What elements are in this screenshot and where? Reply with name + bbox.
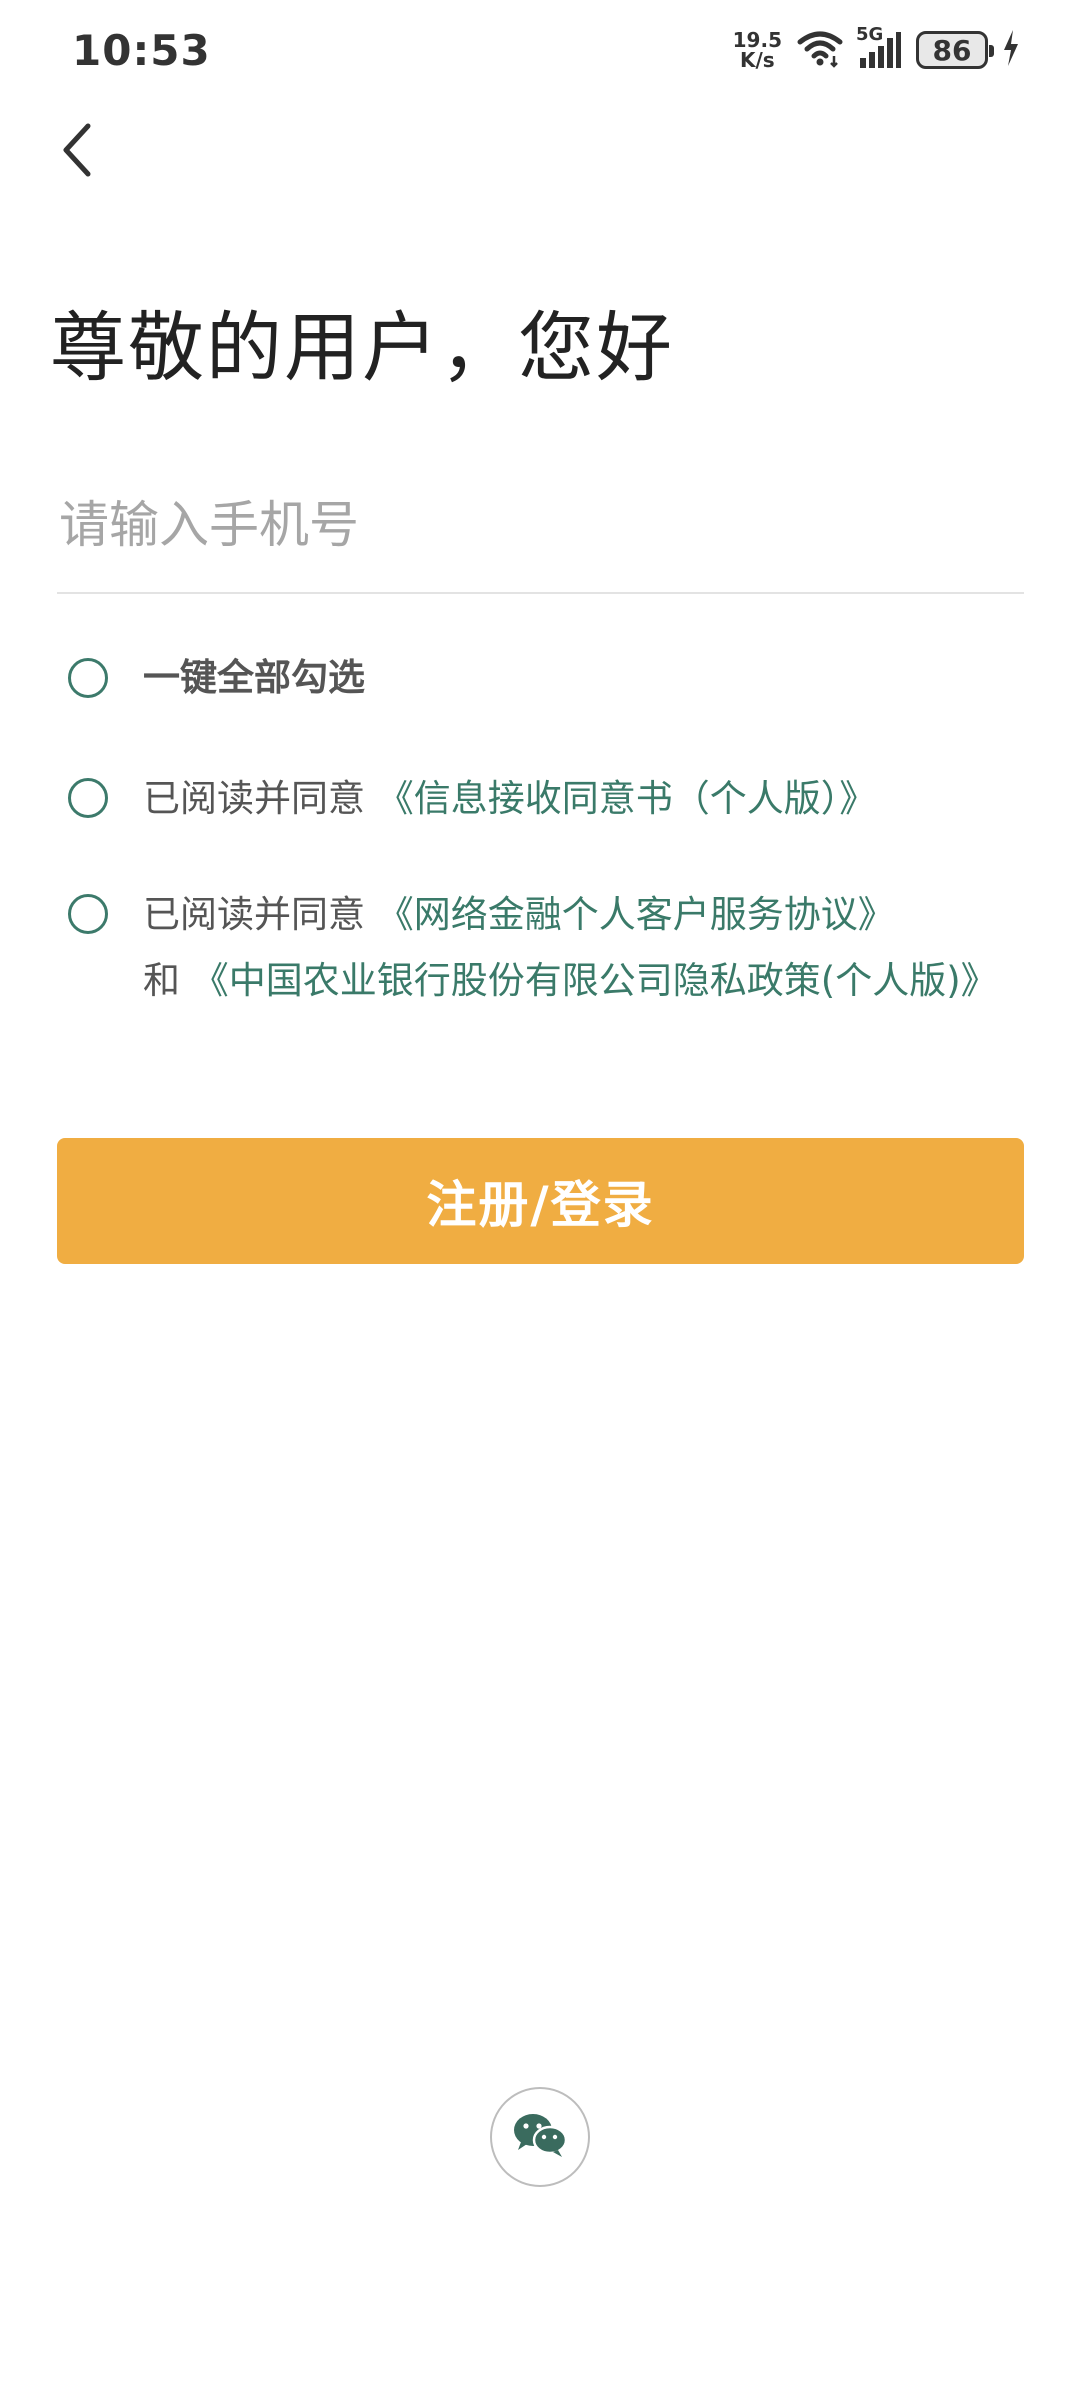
- page-title: 尊敬的用户，您好: [50, 303, 674, 392]
- charging-icon: [1002, 30, 1020, 70]
- network-type-label: 5G: [856, 24, 884, 45]
- cellular-signal-icon: 5G: [856, 24, 902, 70]
- login-screen: 10:53 19.5 K/s 5G 86 尊敬的用户，您好 请输入手机号 一键全…: [0, 0, 1080, 2400]
- info-consent-prefix: 已阅读并同意: [143, 777, 365, 820]
- register-login-button[interactable]: 注册/登录: [57, 1138, 1024, 1264]
- status-indicators: 19.5 K/s 5G 86: [733, 24, 1020, 72]
- wechat-login-button[interactable]: [490, 2087, 590, 2187]
- select-all-checkbox[interactable]: [68, 658, 108, 698]
- terms-consent-checkbox[interactable]: [68, 894, 108, 934]
- select-all-row[interactable]: 一键全部勾选: [68, 648, 365, 708]
- wechat-icon: [512, 2112, 568, 2162]
- battery-level: 86: [932, 33, 972, 67]
- info-consent-text: 已阅读并同意 《信息接收同意书（个人版）》: [143, 766, 876, 832]
- info-consent-link[interactable]: 《信息接收同意书（个人版）》: [377, 777, 877, 820]
- network-speed-value: 19.5: [732, 28, 782, 52]
- status-bar: 10:53 19.5 K/s 5G 86: [0, 0, 1080, 100]
- back-button[interactable]: [38, 112, 118, 192]
- status-time: 10:53: [72, 26, 211, 75]
- terms-consent-text: 已阅读并同意 《网络金融个人客户服务协议》 和 《中国农业银行股份有限公司隐私政…: [143, 882, 1003, 1014]
- info-consent-checkbox[interactable]: [68, 778, 108, 818]
- phone-input[interactable]: [57, 470, 1024, 580]
- terms-consent-prefix: 已阅读并同意: [143, 893, 365, 936]
- terms-and-label: 和: [143, 959, 180, 1002]
- network-speed-unit: K/s: [739, 48, 775, 72]
- info-consent-row: 已阅读并同意 《信息接收同意书（个人版）》: [68, 766, 876, 832]
- battery-icon: 86: [916, 31, 994, 69]
- terms-consent-row: 已阅读并同意 《网络金融个人客户服务协议》 和 《中国农业银行股份有限公司隐私政…: [68, 882, 1008, 1014]
- phone-field: [57, 470, 1024, 594]
- wifi-icon: [796, 28, 844, 72]
- privacy-policy-link[interactable]: 《中国农业银行股份有限公司隐私政策(个人版)》: [192, 959, 998, 1002]
- chevron-left-icon: [58, 120, 98, 184]
- network-speed: 19.5 K/s: [733, 30, 782, 70]
- select-all-label: 一键全部勾选: [143, 656, 365, 699]
- service-agreement-link[interactable]: 《网络金融个人客户服务协议》: [377, 893, 895, 936]
